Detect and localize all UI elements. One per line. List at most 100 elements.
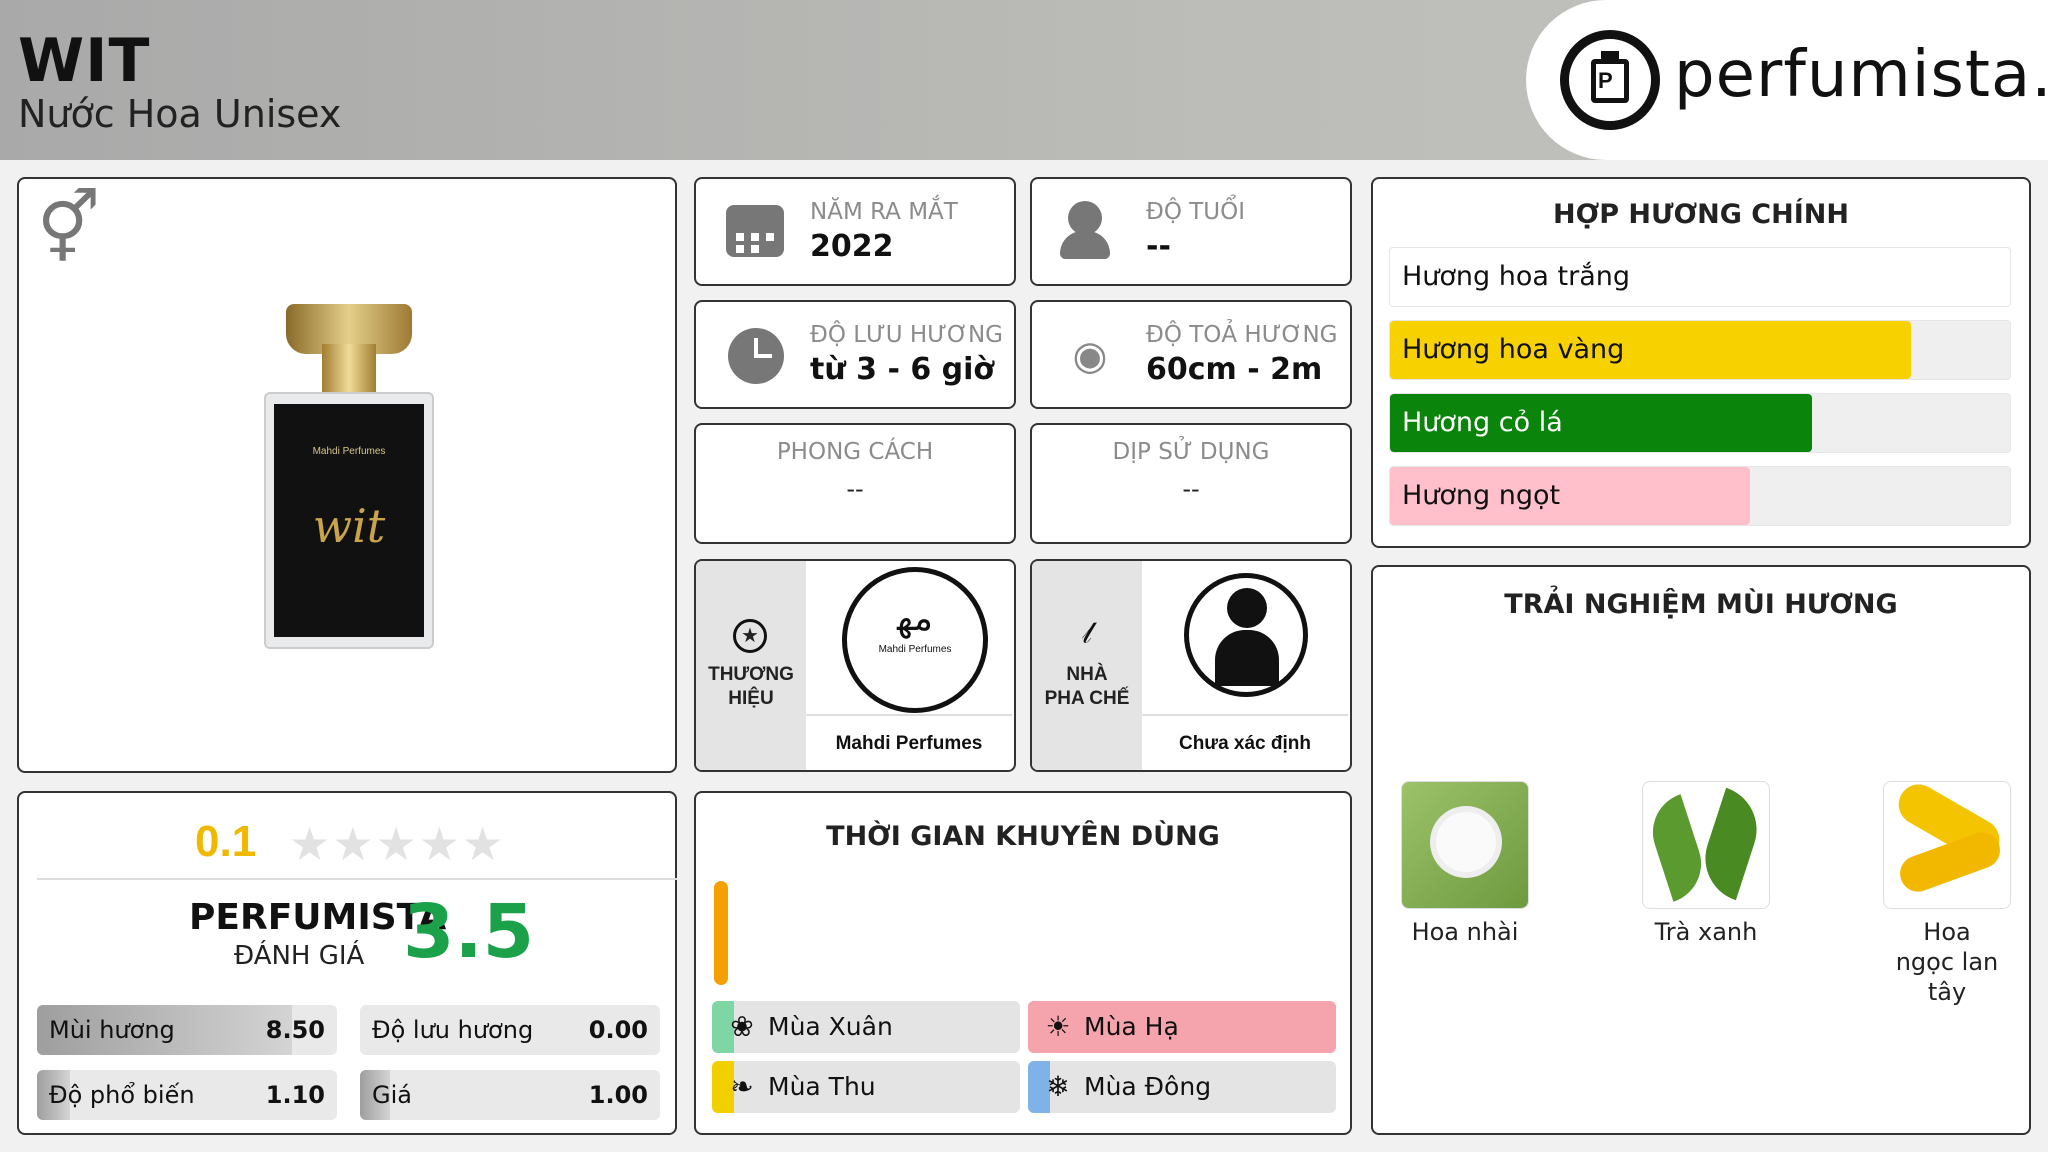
star-icon[interactable]: ★ xyxy=(289,818,332,870)
calendar-icon xyxy=(726,205,784,257)
product-subtitle: Nước Hoa Unisex xyxy=(18,92,342,136)
perfumer-label: NHÀ PHA CHẾ xyxy=(1044,664,1130,709)
recommended-time-card: THỜI GIAN KHUYÊN DÙNG ❀ Mùa Xuân ☀ Mùa Hạ ❧ M… xyxy=(694,791,1352,1135)
sillage-value: 60cm - 2m xyxy=(1146,352,1323,387)
main-accords-card: HỢP HƯƠNG CHÍNH Hương hoa trắng Hương hoa… xyxy=(1371,177,2031,548)
star-rating[interactable]: ★★★★★ xyxy=(289,817,505,871)
star-icon[interactable]: ★ xyxy=(332,818,375,870)
snowflake-icon: ❄ xyxy=(1046,1071,1070,1102)
metric-name: Độ phổ biến xyxy=(49,1081,195,1109)
user-score: 0.1 xyxy=(195,817,257,866)
occasion-label: DỊP SỬ DỤNG xyxy=(1112,439,1270,465)
sillage-label: ĐỘ TOẢ HƯƠNG xyxy=(1146,322,1338,348)
accord-label: Hương hoa vàng xyxy=(1402,334,1625,365)
product-title: WIT xyxy=(18,26,151,96)
perfume-bottle-image: Mahdi Perfumes wit xyxy=(264,304,434,649)
metric-value: 1.00 xyxy=(588,1081,648,1109)
style-label: PHONG CÁCH xyxy=(776,439,934,465)
green-tea-image xyxy=(1642,781,1770,909)
brand-label: THƯƠNG HIỆU xyxy=(708,664,794,709)
occasion-card: DỊP SỬ DỤNG -- xyxy=(1030,423,1352,544)
accord-row: Hương cỏ lá xyxy=(1389,393,2011,453)
ylang-ylang-image xyxy=(1883,781,2011,909)
rating-metric: Giá 1.00 xyxy=(360,1070,660,1120)
age-label: ĐỘ TUỔI xyxy=(1146,199,1246,225)
rating-metric: Độ phổ biến 1.10 xyxy=(37,1070,337,1120)
season-4: ❄ Mùa Đông xyxy=(1028,1061,1336,1113)
sun-icon: ☀ xyxy=(1045,1011,1071,1042)
bottle-script-text: wit xyxy=(312,499,386,553)
accord-label: Hương hoa trắng xyxy=(1402,261,1631,292)
season-label: Mùa Hạ xyxy=(1084,1012,1179,1041)
brand-name: Mahdi Perfumes xyxy=(806,714,1012,770)
perfumer-name: Chưa xác định xyxy=(1142,714,1348,770)
site-name: perfumista.vn xyxy=(1674,38,2048,112)
style-value: -- xyxy=(846,475,864,503)
header: WIT Nước Hoa Unisex P perfumista.vn xyxy=(0,0,2048,160)
season-label: Mùa Thu xyxy=(768,1072,876,1101)
note-item[interactable]: Trà xanh xyxy=(1640,781,1772,947)
note-item[interactable]: Hoa ngọc lan tây xyxy=(1881,781,2013,1007)
scent-experience-card: TRẢI NGHIỆM MÙI HƯƠNG Hoa nhài Trà xanh … xyxy=(1371,565,2031,1135)
nose-icon: 𝓁 xyxy=(1082,617,1092,650)
bottle-brand-text: Mahdi Perfumes xyxy=(312,446,386,457)
divider xyxy=(37,878,677,880)
metric-value: 1.10 xyxy=(265,1081,325,1109)
accord-label: Hương ngọt xyxy=(1402,480,1561,511)
accord-row: Hương hoa trắng xyxy=(1389,247,2011,307)
accord-row: Hương hoa vàng xyxy=(1389,320,2011,380)
leaf-icon: ❧ xyxy=(730,1071,754,1102)
rating-metric: Mùi hương 8.50 xyxy=(37,1005,337,1055)
perfumista-sublabel: ĐÁNH GIÁ xyxy=(234,941,365,971)
note-label: Hoa ngọc lan tây xyxy=(1895,918,1999,1006)
perfume-logo-icon: P xyxy=(1560,30,1660,130)
age-value: -- xyxy=(1146,229,1171,264)
star-icon[interactable]: ★ xyxy=(462,818,505,870)
sillage-card: ◉ ĐỘ TOẢ HƯƠNG 60cm - 2m xyxy=(1030,300,1352,409)
rating-card: 0.1 ★★★★★ PERFUMISTA ĐÁNH GIÁ 3.5 Mùi hư… xyxy=(17,791,677,1135)
metric-name: Giá xyxy=(372,1081,412,1109)
metric-name: Mùi hương xyxy=(49,1016,175,1044)
style-card: PHONG CÁCH -- xyxy=(694,423,1016,544)
age-card: ĐỘ TUỔI -- xyxy=(1030,177,1352,286)
accords-title: HỢP HƯƠNG CHÍNH xyxy=(1553,199,1849,230)
usage-title: THỜI GIAN KHUYÊN DÙNG xyxy=(826,821,1220,852)
perfumer-card[interactable]: 𝓁 NHÀ PHA CHẾ Chưa xác định xyxy=(1030,559,1352,772)
season-2: ☀ Mùa Hạ xyxy=(1028,1001,1336,1053)
jasmine-image xyxy=(1401,781,1529,909)
brand-card[interactable]: ★ THƯƠNG HIỆU Mahdi Perfumes ﻣﻬ Mahdi Pe… xyxy=(694,559,1016,772)
longevity-label: ĐỘ LƯU HƯƠNG xyxy=(810,322,1003,348)
sillage-icon: ◉ xyxy=(1072,334,1108,378)
longevity-card: ĐỘ LƯU HƯƠNG từ 3 - 6 giờ xyxy=(694,300,1016,409)
notes-title: TRẢI NGHIỆM MÙI HƯƠNG xyxy=(1504,589,1898,620)
star-icon[interactable]: ★ xyxy=(419,818,462,870)
note-label: Hoa nhài xyxy=(1411,918,1519,946)
star-icon[interactable]: ★ xyxy=(376,818,419,870)
season-label: Mùa Đông xyxy=(1084,1072,1212,1101)
accord-label: Hương cỏ lá xyxy=(1402,407,1563,438)
day-night-bar xyxy=(714,881,728,985)
metric-value: 8.50 xyxy=(265,1016,325,1044)
season-label: Mùa Xuân xyxy=(768,1012,893,1041)
launch-year-label: NĂM RA MẮT xyxy=(810,199,958,225)
site-logo-box[interactable]: P perfumista.vn xyxy=(1526,0,2048,160)
season-1: ❀ Mùa Xuân xyxy=(712,1001,1020,1053)
rating-metric: Độ lưu hương 0.00 xyxy=(360,1005,660,1055)
launch-year-card: NĂM RA MẮT 2022 xyxy=(694,177,1016,286)
season-3: ❧ Mùa Thu xyxy=(712,1061,1020,1113)
spring-icon: ❀ xyxy=(730,1011,754,1042)
perfumer-avatar xyxy=(1184,573,1308,697)
note-item[interactable]: Hoa nhài xyxy=(1399,781,1531,947)
accord-row: Hương ngọt xyxy=(1389,466,2011,526)
metric-value: 0.00 xyxy=(588,1016,648,1044)
clock-icon xyxy=(728,328,784,384)
star-badge-icon: ★ xyxy=(733,619,767,653)
brand-logo: Mahdi Perfumes ﻣﻬ xyxy=(842,567,988,713)
longevity-value: từ 3 - 6 giờ xyxy=(810,352,995,387)
gender-unisex-icon: ⚥ xyxy=(37,189,101,267)
note-label: Trà xanh xyxy=(1654,918,1758,946)
launch-year-value: 2022 xyxy=(810,229,894,264)
occasion-value: -- xyxy=(1182,475,1200,503)
metric-name: Độ lưu hương xyxy=(372,1016,534,1044)
product-image-card: ⚥ Mahdi Perfumes wit xyxy=(17,177,677,773)
